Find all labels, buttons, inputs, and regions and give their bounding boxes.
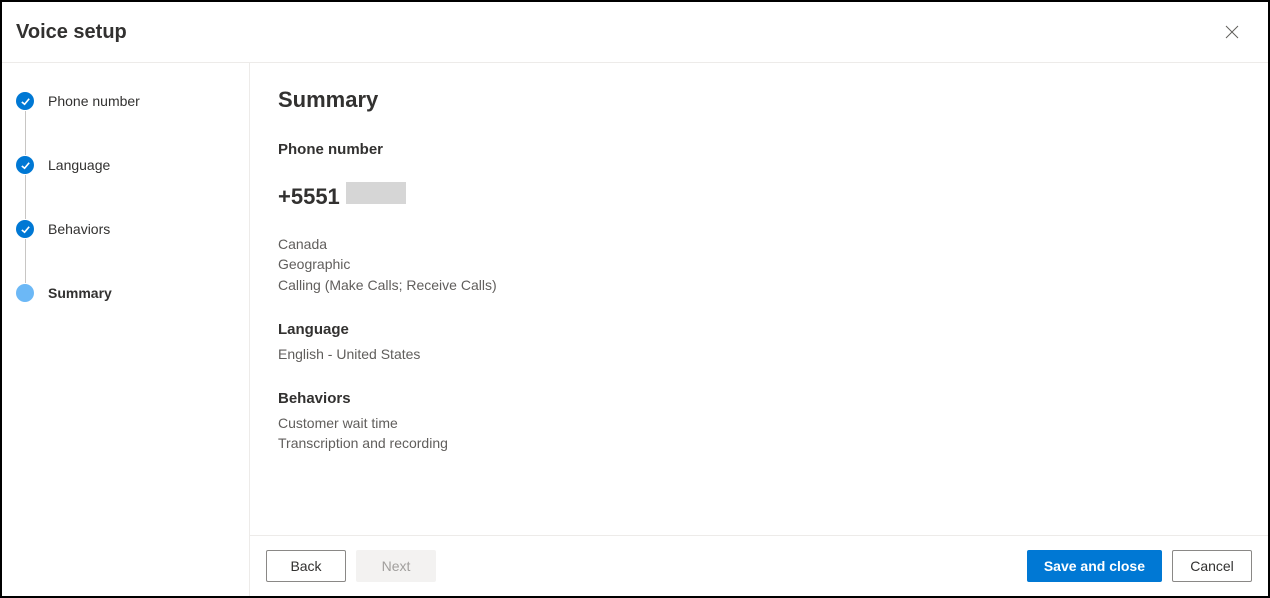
- language-section: Language English - United States: [278, 321, 1240, 364]
- behaviors-label: Behaviors: [278, 390, 1240, 407]
- step-language[interactable]: Language: [16, 155, 249, 175]
- save-and-close-button[interactable]: Save and close: [1027, 550, 1162, 582]
- phone-calling: Calling (Make Calls; Receive Calls): [278, 275, 1240, 295]
- cancel-button[interactable]: Cancel: [1172, 550, 1252, 582]
- step-behaviors[interactable]: Behaviors: [16, 219, 249, 239]
- current-step-icon: [16, 284, 34, 302]
- phone-number-section: Phone number +5551 Canada Geographic Cal…: [278, 141, 1240, 295]
- phone-number-label: Phone number: [278, 141, 1240, 158]
- close-icon: [1224, 24, 1240, 40]
- dialog-title: Voice setup: [16, 21, 127, 44]
- dialog-body: Phone number Language Behavior: [2, 63, 1268, 596]
- wizard-steps-sidebar: Phone number Language Behavior: [2, 63, 250, 596]
- step-phone-number[interactable]: Phone number: [16, 91, 249, 111]
- next-button: Next: [356, 550, 436, 582]
- footer-right: Save and close Cancel: [1027, 550, 1252, 582]
- language-label: Language: [278, 321, 1240, 338]
- check-icon: [16, 92, 34, 110]
- check-icon: [16, 156, 34, 174]
- close-button[interactable]: [1216, 16, 1248, 48]
- phone-number-value: +5551: [278, 184, 340, 210]
- dialog-footer: Back Next Save and close Cancel: [250, 535, 1268, 596]
- back-button[interactable]: Back: [266, 550, 346, 582]
- main-panel: Summary Phone number +5551 Canada Geogra…: [250, 63, 1268, 596]
- language-value: English - United States: [278, 344, 1240, 364]
- page-title: Summary: [278, 87, 1240, 113]
- check-icon: [16, 220, 34, 238]
- dialog-header: Voice setup: [2, 2, 1268, 63]
- step-label: Behaviors: [48, 221, 110, 237]
- footer-left: Back Next: [266, 550, 436, 582]
- step-label: Summary: [48, 285, 112, 301]
- phone-type: Geographic: [278, 254, 1240, 274]
- step-label: Phone number: [48, 93, 140, 109]
- summary-content: Summary Phone number +5551 Canada Geogra…: [250, 63, 1268, 535]
- behavior-item: Transcription and recording: [278, 433, 1240, 453]
- phone-number-redacted: [346, 182, 406, 204]
- phone-number-row: +5551: [278, 182, 1240, 210]
- phone-country: Canada: [278, 234, 1240, 254]
- behavior-item: Customer wait time: [278, 413, 1240, 433]
- step-label: Language: [48, 157, 110, 173]
- step-summary[interactable]: Summary: [16, 283, 249, 303]
- step-connector: [25, 175, 26, 219]
- behaviors-section: Behaviors Customer wait time Transcripti…: [278, 390, 1240, 454]
- step-connector: [25, 239, 26, 283]
- step-connector: [25, 111, 26, 155]
- voice-setup-dialog: Voice setup Phone number: [0, 0, 1270, 598]
